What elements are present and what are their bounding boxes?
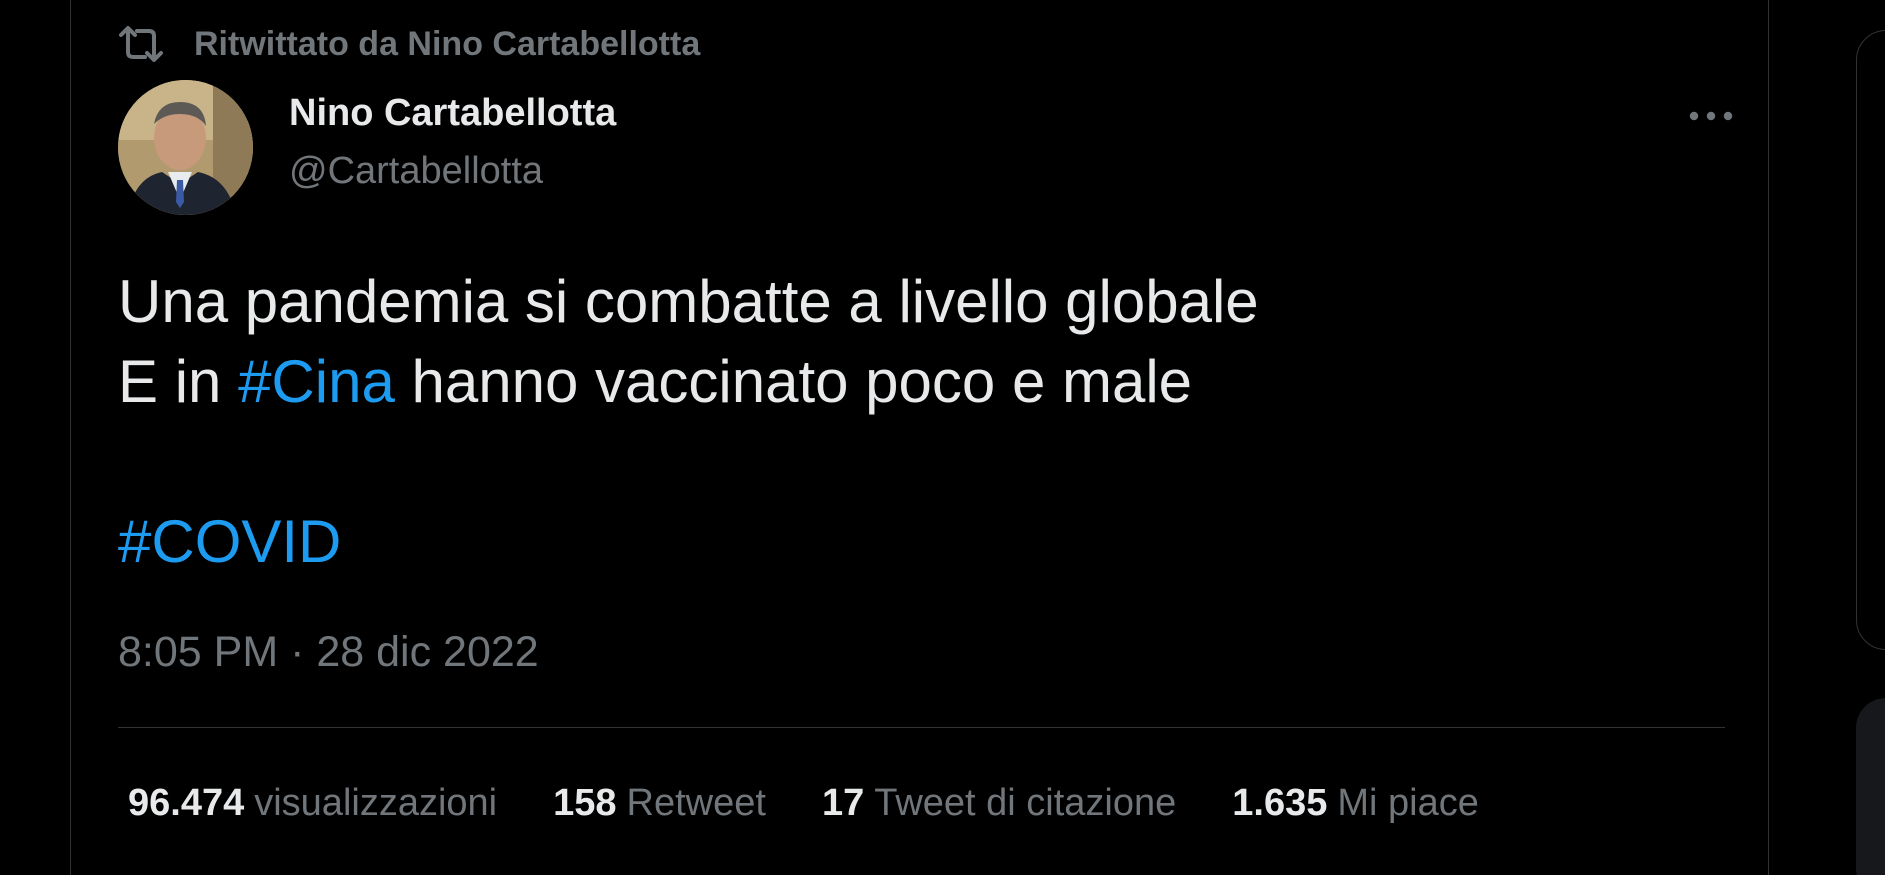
tweet-text: Una pandemia si combatte a livello globa… bbox=[118, 262, 1259, 582]
author-handle[interactable]: @Cartabellotta bbox=[289, 148, 543, 194]
retweets-count: 158 bbox=[553, 782, 617, 824]
hashtag-cina-link[interactable]: #Cina bbox=[238, 348, 395, 415]
more-horizontal-icon bbox=[1689, 111, 1733, 121]
retweet-context[interactable]: Ritwittato da Nino Cartabellotta bbox=[118, 22, 700, 66]
views-stat[interactable]: 96.474 visualizzazioni bbox=[128, 780, 497, 826]
tweet-timestamp[interactable]: 8:05 PM · 28 dic 2022 bbox=[118, 627, 539, 677]
likes-stat[interactable]: 1.635 Mi piace bbox=[1232, 780, 1479, 826]
more-options-button[interactable] bbox=[1671, 96, 1751, 136]
tweet-line-2-prefix: E in bbox=[118, 348, 239, 415]
tweet-line-2: E in #Cina hanno vaccinato poco e male bbox=[118, 342, 1259, 422]
hashtag-covid-link[interactable]: #COVID bbox=[118, 508, 341, 575]
divider bbox=[118, 727, 1725, 728]
tweet-stats: 96.474 visualizzazioni 158 Retweet 17 Tweet… bbox=[128, 780, 1535, 826]
tweet-column: Ritwittato da Nino Cartabellotta Nino Ca… bbox=[70, 0, 1769, 875]
retweet-label: Ritwittato da Nino Cartabellotta bbox=[194, 24, 701, 63]
quotes-label: Tweet di citazione bbox=[874, 782, 1177, 824]
retweets-label: Retweet bbox=[626, 782, 766, 824]
avatar-photo bbox=[118, 80, 253, 215]
tweet-line-2-suffix: hanno vaccinato poco e male bbox=[394, 348, 1193, 415]
page: Ritwittato da Nino Cartabellotta Nino Ca… bbox=[0, 0, 1885, 875]
author-name[interactable]: Nino Cartabellotta bbox=[289, 90, 616, 136]
sidebar-panel bbox=[1856, 698, 1885, 875]
tweet-line-4: #COVID bbox=[118, 502, 1259, 582]
views-label: visualizzazioni bbox=[254, 782, 498, 824]
quotes-stat[interactable]: 17 Tweet di citazione bbox=[822, 780, 1176, 826]
likes-count: 1.635 bbox=[1232, 782, 1328, 824]
tweet-line-1: Una pandemia si combatte a livello globa… bbox=[118, 268, 1259, 335]
retweets-stat[interactable]: 158 Retweet bbox=[553, 780, 766, 826]
views-count: 96.474 bbox=[128, 782, 245, 824]
likes-label: Mi piace bbox=[1337, 782, 1479, 824]
sidebar-search-box[interactable] bbox=[1856, 30, 1885, 650]
retweet-icon bbox=[118, 24, 164, 64]
quotes-count: 17 bbox=[821, 782, 865, 824]
avatar[interactable] bbox=[118, 80, 253, 215]
